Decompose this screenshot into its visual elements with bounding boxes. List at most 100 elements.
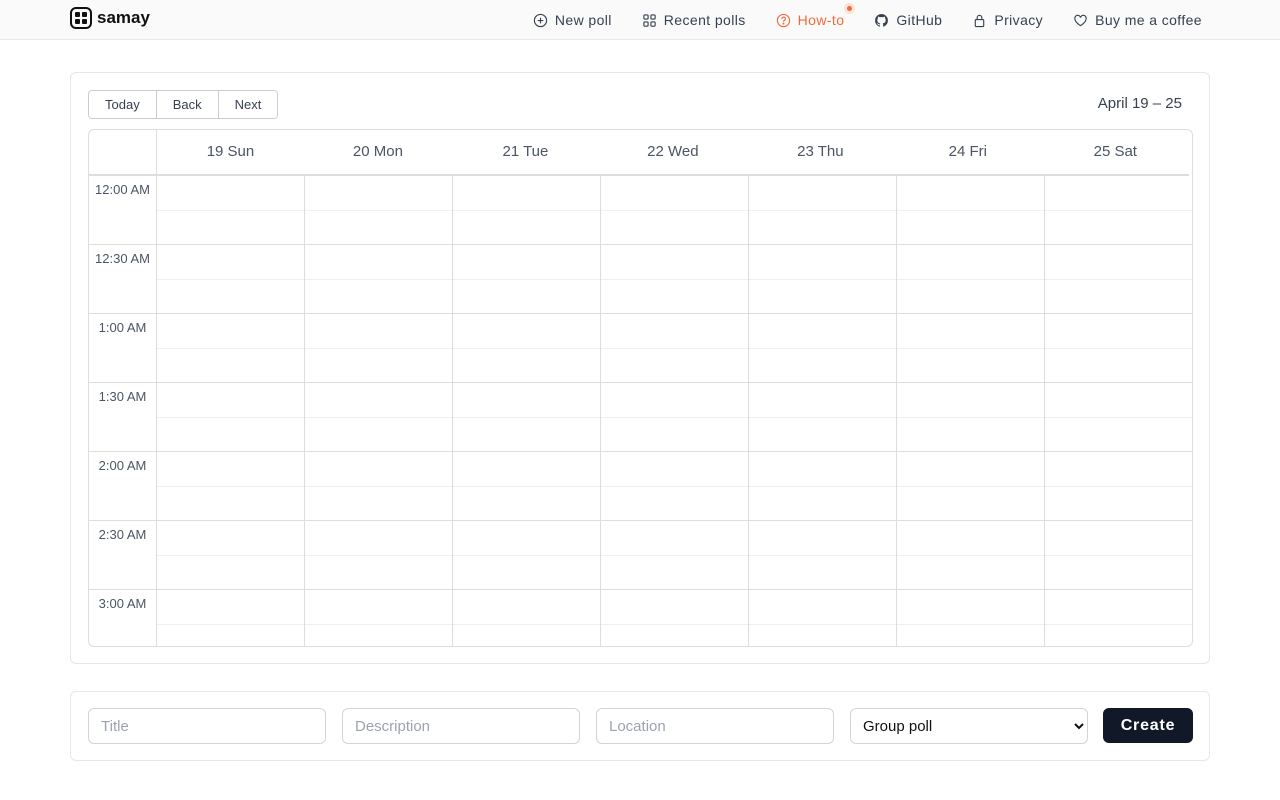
day-header[interactable]: 23 Thu: [747, 130, 894, 174]
time-slot[interactable]: [1045, 245, 1192, 313]
time-label: 3:00 AM: [89, 590, 157, 646]
time-slot[interactable]: [305, 590, 453, 646]
time-slot[interactable]: [749, 521, 897, 589]
nav-label: How-to: [797, 12, 845, 28]
time-row: 12:00 AM: [89, 176, 1192, 245]
grid-icon: [643, 13, 656, 27]
nav-label: Buy me a coffee: [1095, 12, 1202, 28]
logo-icon: [70, 7, 92, 29]
poll-type-select[interactable]: Group poll: [850, 708, 1088, 744]
time-slot[interactable]: [749, 383, 897, 451]
time-slot[interactable]: [749, 590, 897, 646]
time-slot[interactable]: [157, 314, 305, 382]
logo[interactable]: samay: [70, 7, 150, 29]
nav-buy-me-a-coffee[interactable]: Buy me a coffee: [1073, 12, 1202, 28]
nav-label: Privacy: [994, 12, 1044, 28]
time-slot[interactable]: [305, 383, 453, 451]
time-slot[interactable]: [601, 176, 749, 244]
time-slot[interactable]: [601, 383, 749, 451]
time-slot[interactable]: [157, 176, 305, 244]
time-slot[interactable]: [897, 176, 1045, 244]
nav-new-poll[interactable]: New poll: [533, 12, 612, 28]
date-range-label: April 19 – 25: [1097, 95, 1182, 112]
time-slot[interactable]: [601, 521, 749, 589]
plus-circle-icon: [533, 13, 548, 27]
time-row: 2:30 AM: [89, 521, 1192, 590]
time-slot[interactable]: [749, 452, 897, 520]
nav-github[interactable]: GitHub: [874, 12, 942, 28]
nav-privacy[interactable]: Privacy: [972, 12, 1043, 28]
back-button[interactable]: Back: [156, 91, 219, 118]
time-slot[interactable]: [1045, 521, 1192, 589]
time-slot[interactable]: [601, 245, 749, 313]
heart-icon: [1074, 14, 1087, 26]
nav-label: New poll: [554, 12, 612, 28]
time-slot[interactable]: [897, 383, 1045, 451]
time-slot[interactable]: [601, 452, 749, 520]
time-slot[interactable]: [453, 314, 601, 382]
time-slot[interactable]: [157, 590, 305, 646]
time-slot[interactable]: [305, 245, 453, 313]
next-button[interactable]: Next: [218, 91, 278, 118]
time-slot[interactable]: [453, 452, 601, 520]
lock-icon: [975, 14, 985, 27]
time-row: 3:00 AM: [89, 590, 1192, 646]
time-slot[interactable]: [1045, 314, 1192, 382]
github-icon: [875, 13, 889, 27]
notification-dot: [847, 6, 853, 11]
time-slot[interactable]: [453, 521, 601, 589]
time-slot[interactable]: [601, 590, 749, 646]
day-header[interactable]: 24 Fri: [894, 130, 1041, 174]
time-label: 12:00 AM: [89, 176, 157, 244]
time-slot[interactable]: [1045, 176, 1192, 244]
nav-how-to[interactable]: How-to: [776, 6, 853, 28]
week-calendar: 19 Sun 20 Mon 21 Tue 22 Wed 23 Thu 24 Fr…: [88, 129, 1193, 647]
time-slot[interactable]: [453, 383, 601, 451]
time-slot[interactable]: [897, 452, 1045, 520]
time-row: 1:00 AM: [89, 314, 1192, 383]
time-slot[interactable]: [897, 245, 1045, 313]
time-slot[interactable]: [601, 314, 749, 382]
brand-name: samay: [97, 8, 150, 27]
time-slot[interactable]: [305, 176, 453, 244]
day-header[interactable]: 22 Wed: [599, 130, 746, 174]
description-input[interactable]: [342, 708, 580, 744]
day-header[interactable]: 21 Tue: [452, 130, 599, 174]
create-button[interactable]: Create: [1103, 708, 1193, 743]
time-slot[interactable]: [897, 314, 1045, 382]
title-input[interactable]: [88, 708, 326, 744]
day-header[interactable]: 25 Sat: [1042, 130, 1189, 174]
time-slot[interactable]: [1045, 383, 1192, 451]
time-slot[interactable]: [157, 521, 305, 589]
time-slot[interactable]: [749, 314, 897, 382]
time-row: 1:30 AM: [89, 383, 1192, 452]
time-slot[interactable]: [1045, 452, 1192, 520]
time-slot[interactable]: [897, 521, 1045, 589]
day-header[interactable]: 20 Mon: [304, 130, 451, 174]
time-slot[interactable]: [1045, 590, 1192, 646]
time-grid[interactable]: 12:00 AM 12:30 AM 1:00 AM 1:30 AM 2:00 AM 2:3…: [89, 176, 1192, 646]
today-button[interactable]: Today: [89, 91, 157, 118]
time-slot[interactable]: [453, 245, 601, 313]
calendar-nav-buttons: Today Back Next: [88, 90, 279, 119]
day-header[interactable]: 19 Sun: [157, 130, 304, 174]
nav-label: GitHub: [896, 12, 943, 28]
time-slot[interactable]: [897, 590, 1045, 646]
time-slot[interactable]: [157, 245, 305, 313]
time-slot[interactable]: [453, 176, 601, 244]
time-slot[interactable]: [305, 521, 453, 589]
time-slot[interactable]: [157, 383, 305, 451]
calendar-header: 19 Sun 20 Mon 21 Tue 22 Wed 23 Thu 24 Fr…: [89, 130, 1189, 176]
nav-recent-polls[interactable]: Recent polls: [642, 12, 746, 28]
time-slot[interactable]: [305, 452, 453, 520]
time-slot[interactable]: [453, 590, 601, 646]
time-slot[interactable]: [157, 452, 305, 520]
time-label: 12:30 AM: [89, 245, 157, 313]
time-slot[interactable]: [749, 176, 897, 244]
time-gutter-header: [89, 130, 157, 174]
time-slot[interactable]: [749, 245, 897, 313]
time-slot[interactable]: [305, 314, 453, 382]
location-input[interactable]: [596, 708, 834, 744]
time-label: 2:30 AM: [89, 521, 157, 589]
nav-label: Recent polls: [663, 12, 746, 28]
